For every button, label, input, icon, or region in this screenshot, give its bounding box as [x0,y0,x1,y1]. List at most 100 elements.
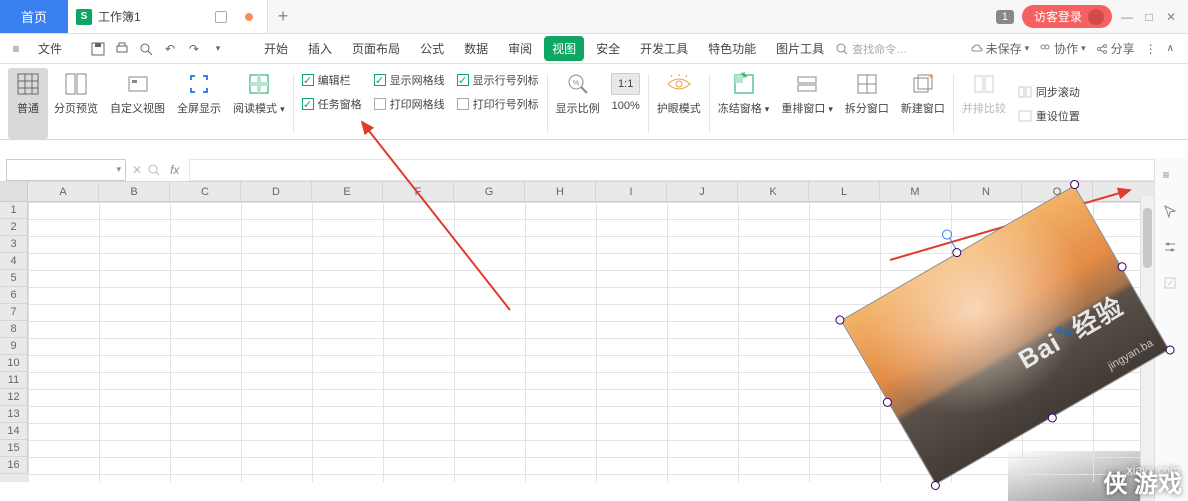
fx-icon[interactable]: fx [160,163,189,177]
menu-data[interactable]: 数据 [456,36,496,61]
column-header[interactable]: I [596,182,667,201]
row-header[interactable]: 1 [0,202,28,219]
cloud-icon [971,43,983,55]
row-header[interactable]: 11 [0,372,28,389]
check-show-headers[interactable]: ✓显示行号列标 [457,72,539,88]
notification-badge[interactable]: 1 [996,10,1014,24]
collapse-ribbon-icon[interactable]: ∧ [1167,43,1174,54]
menu-special[interactable]: 特色功能 [700,36,764,61]
share-label: 分享 [1111,40,1135,57]
hamburger-icon[interactable]: ≡ [6,39,26,59]
menu-dev-tools[interactable]: 开发工具 [632,36,696,61]
menu-page-layout[interactable]: 页面布局 [344,36,408,61]
column-header[interactable]: J [667,182,738,201]
view-reading-button[interactable]: 阅读模式 ▾ [227,68,291,139]
view-fullscreen-button[interactable]: 全屏显示 [171,68,227,139]
save-icon[interactable] [88,39,108,59]
search-fx-icon[interactable] [148,164,160,176]
row-header[interactable]: 13 [0,406,28,423]
unsaved-indicator[interactable]: 未保存▾ [971,40,1030,57]
view-pagebreak-button[interactable]: 分页预览 [48,68,104,139]
print-icon[interactable] [112,39,132,59]
column-header[interactable]: F [383,182,454,201]
zoom-ratio-button[interactable]: % 显示比例 [550,68,606,139]
settings-icon[interactable] [1163,240,1181,258]
split-window-button[interactable]: 拆分窗口 [839,68,895,139]
menu-review[interactable]: 审阅 [500,36,540,61]
collab-button[interactable]: 协作▾ [1039,40,1086,57]
one-to-one-icon: 1:1 [612,70,640,98]
select-all-corner[interactable] [0,182,28,201]
formula-input[interactable] [189,159,1188,181]
dropdown-icon[interactable]: ▾ [208,39,228,59]
rearrange-window-button[interactable]: 重排窗口 ▾ [775,68,839,139]
new-window-button[interactable]: + 新建窗口 [895,68,951,139]
undo-icon[interactable]: ↶ [160,39,180,59]
freeze-panes-button[interactable]: 冻结窗格 ▾ [712,68,776,139]
name-box[interactable]: ▾ [6,159,126,181]
row-header[interactable]: 3 [0,236,28,253]
scrollbar-thumb[interactable] [1143,208,1152,268]
row-header[interactable]: 8 [0,321,28,338]
column-header[interactable]: B [99,182,170,201]
share-button[interactable]: 分享 [1096,40,1135,57]
row-header[interactable]: 4 [0,253,28,270]
side-panel: ≡ [1154,158,1188,501]
check-edit-bar[interactable]: ✓编辑栏 [302,72,362,88]
cursor-icon[interactable] [1163,204,1181,222]
row-header[interactable]: 16 [0,457,28,474]
menu-security[interactable]: 安全 [588,36,628,61]
tab-home[interactable]: 首页 [0,0,68,33]
row-header[interactable]: 5 [0,270,28,287]
eye-care-button[interactable]: 护眼模式 [651,68,707,139]
menu-picture-tools[interactable]: 图片工具 [768,36,832,61]
guest-login-button[interactable]: 访客登录 [1022,5,1112,28]
column-header[interactable]: K [738,182,809,201]
menu-file[interactable]: 文件 [30,36,70,61]
row-header[interactable]: 6 [0,287,28,304]
column-header[interactable]: A [28,182,99,201]
pin-icon[interactable] [215,11,227,23]
menu-start[interactable]: 开始 [256,36,296,61]
column-header[interactable]: L [809,182,880,201]
minimize-button[interactable]: — [1120,10,1134,24]
check-show-grid[interactable]: ✓显示网格线 [374,72,445,88]
close-button[interactable]: ✕ [1164,10,1178,24]
new-tab-button[interactable]: + [268,0,298,33]
row-header[interactable]: 14 [0,423,28,440]
column-header[interactable]: E [312,182,383,201]
menu-view[interactable]: 视图 [544,36,584,61]
row-header[interactable]: 2 [0,219,28,236]
search-icon [836,43,848,55]
column-header[interactable]: M [880,182,951,201]
cancel-icon[interactable]: ✕ [126,163,148,177]
print-preview-icon[interactable] [136,39,156,59]
check-task-pane[interactable]: ✓任务窗格 [302,96,362,112]
lines-icon[interactable]: ≡ [1163,168,1181,186]
redo-icon[interactable]: ↷ [184,39,204,59]
row-header[interactable]: 10 [0,355,28,372]
column-header[interactable]: H [525,182,596,201]
maximize-button[interactable]: □ [1142,10,1156,24]
command-search[interactable]: 查找命令… [836,41,907,57]
view-normal-button[interactable]: 普通 [8,68,48,139]
chevron-down-icon[interactable]: ▾ [116,164,121,175]
menu-insert[interactable]: 插入 [300,36,340,61]
column-header[interactable]: G [454,182,525,201]
row-header[interactable]: 7 [0,304,28,321]
expand-icon[interactable] [1163,276,1181,294]
column-header[interactable]: C [170,182,241,201]
zoom-100-button[interactable]: 1:1 100% [606,68,646,139]
column-header[interactable]: N [951,182,1022,201]
menu-formula[interactable]: 公式 [412,36,452,61]
row-header[interactable]: 15 [0,440,28,457]
check-print-headers[interactable]: 打印行号列标 [457,96,539,112]
more-icon[interactable]: ⋮ [1145,42,1157,56]
row-header[interactable]: 12 [0,389,28,406]
tab-document[interactable]: S 工作簿1 [68,0,268,33]
row-header[interactable]: 9 [0,338,28,355]
column-header[interactable]: D [241,182,312,201]
check-print-grid[interactable]: 打印网格线 [374,96,445,112]
sync-scroll-button: 同步滚动 [1018,84,1080,100]
view-custom-button[interactable]: 自定义视图 [104,68,171,139]
